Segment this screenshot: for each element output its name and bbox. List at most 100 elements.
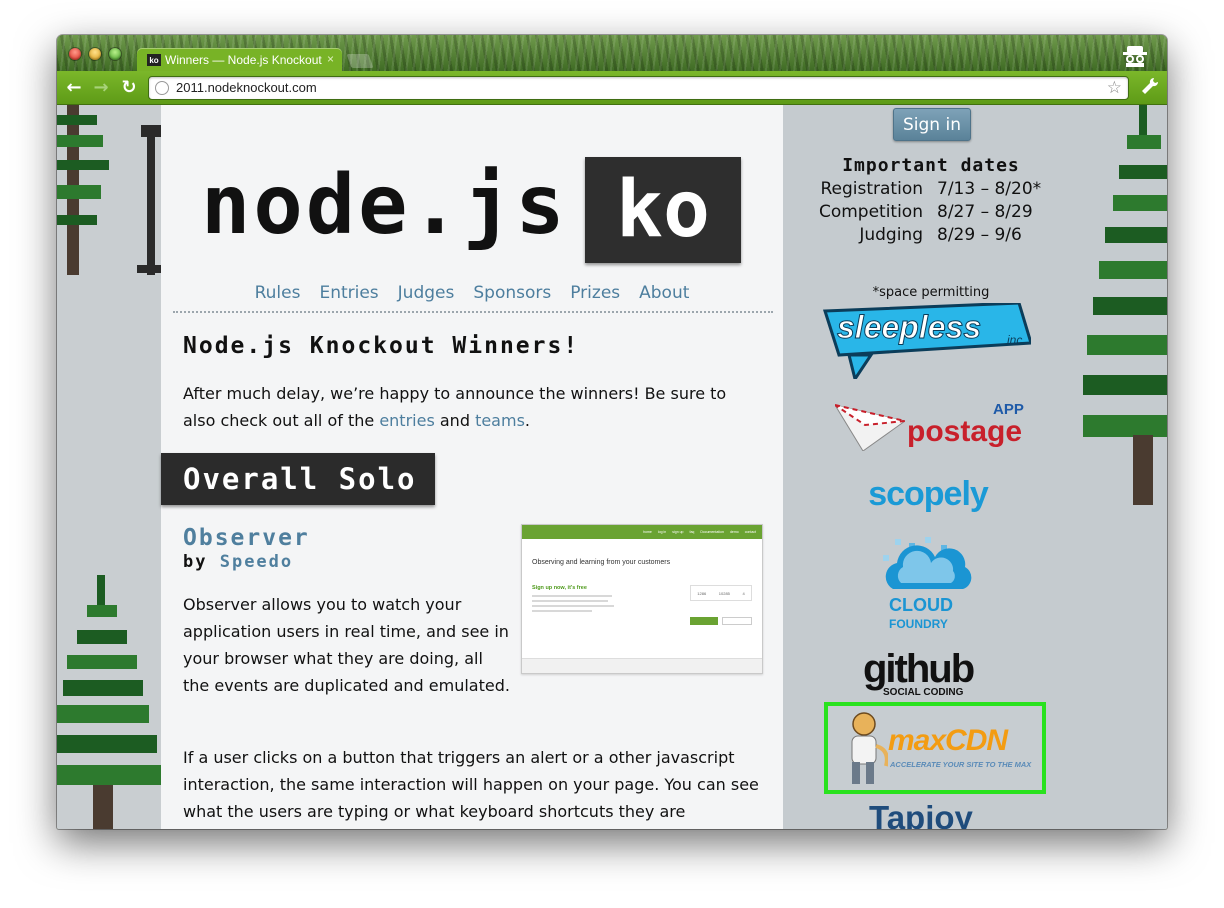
sponsor-github-logo[interactable]: github SOCIAL CODING bbox=[863, 647, 1003, 701]
thumbnail-stat: 1286 bbox=[697, 590, 707, 596]
entry-description-continued: If a user clicks on a button that trigge… bbox=[183, 748, 759, 821]
thumbnail-stats: 1286 10285 4 bbox=[690, 585, 752, 601]
cloud-icon bbox=[883, 537, 972, 589]
thumbnail-text-line bbox=[532, 605, 614, 607]
nav-link-prizes[interactable]: Prizes bbox=[570, 283, 620, 303]
date-label: Judging bbox=[859, 225, 923, 245]
entry-byline: by Speedo bbox=[183, 552, 293, 572]
browser-toolbar: ← → ↻ 2011.nodeknockout.com ☆ bbox=[57, 71, 1167, 105]
thumbnail-headline: Observing and learning from your custome… bbox=[532, 559, 671, 566]
thumbnail-nav-item: sign up bbox=[672, 530, 684, 534]
forward-button[interactable]: → bbox=[91, 78, 111, 98]
nav-link-judges[interactable]: Judges bbox=[398, 283, 455, 303]
page-viewport: node.js ko Rules Entries Judges Sponsors… bbox=[57, 105, 1167, 829]
entry-by-label: by bbox=[183, 552, 220, 572]
maxcdn-text: maxCDN bbox=[888, 724, 1008, 757]
thumbnail-text-line bbox=[532, 610, 592, 612]
sponsor-postageapp-logo[interactable]: APP postage bbox=[835, 397, 1031, 457]
sidebar: Sign in Important dates Registration 7/1… bbox=[783, 105, 1167, 829]
entry-team-link[interactable]: Speedo bbox=[220, 552, 293, 572]
sponsor-tapjoy-logo[interactable]: Tapjoy bbox=[869, 799, 1009, 829]
thumbnail-primary-button bbox=[690, 617, 718, 625]
thumbnail-nav-item: log in bbox=[657, 530, 667, 534]
cloud-text: CLOUD bbox=[889, 595, 953, 615]
thumbnail-text-line bbox=[532, 600, 608, 602]
thumbnail-secondary-button bbox=[722, 617, 752, 625]
pixel-tree-icon bbox=[57, 105, 161, 275]
window-zoom-button[interactable] bbox=[109, 48, 121, 60]
section-banner: Overall Solo bbox=[161, 453, 435, 505]
dates-footnote: *space permitting bbox=[872, 285, 990, 300]
pixel-tree-icon bbox=[1083, 105, 1167, 505]
cheetah-mascot-icon bbox=[851, 712, 888, 784]
new-tab-button[interactable] bbox=[346, 54, 374, 68]
thumbnail-nav-item: contact bbox=[744, 530, 756, 534]
thumbnail-nav-item: home bbox=[643, 530, 652, 534]
nav-link-about[interactable]: About bbox=[639, 283, 689, 303]
entry-description: Observer allows you to watch your applic… bbox=[183, 595, 510, 695]
date-label: Competition bbox=[818, 202, 923, 222]
address-bar[interactable]: 2011.nodeknockout.com ☆ bbox=[148, 76, 1129, 100]
date-value: 7/13 – 8/20* bbox=[937, 179, 1042, 199]
sponsor-sleepless-logo[interactable]: sleepless inc. bbox=[819, 301, 1033, 383]
main-nav: Rules Entries Judges Sponsors Prizes Abo… bbox=[161, 283, 783, 303]
entry-screenshot-thumbnail[interactable]: home log in sign up faq Documentation de… bbox=[521, 524, 763, 674]
bookmark-star-icon[interactable]: ☆ bbox=[1107, 78, 1122, 98]
thumbnail-text-line bbox=[532, 595, 612, 597]
entry-title-link[interactable]: Observer bbox=[183, 525, 310, 551]
site-logo-text[interactable]: node.js bbox=[201, 165, 568, 247]
window-close-button[interactable] bbox=[69, 48, 81, 60]
paper-plane-icon bbox=[835, 404, 905, 451]
thumbnail-footer bbox=[522, 658, 762, 673]
intro-paragraph: After much delay, we’re happy to announc… bbox=[183, 380, 763, 434]
main-content: node.js ko Rules Entries Judges Sponsors… bbox=[161, 105, 783, 829]
thumbnail-nav-item: faq bbox=[689, 530, 695, 534]
tab-strip: ko Winners — Node.js Knockout × bbox=[57, 35, 1167, 72]
important-dates-heading: Important dates bbox=[842, 155, 1020, 176]
tab-close-icon[interactable]: × bbox=[327, 52, 334, 66]
date-value: 8/29 – 9/6 bbox=[937, 225, 1022, 245]
nav-link-sponsors[interactable]: Sponsors bbox=[473, 283, 551, 303]
page-title: Node.js Knockout Winners! bbox=[183, 333, 580, 359]
left-background bbox=[57, 105, 161, 829]
globe-icon bbox=[155, 81, 169, 95]
date-label: Registration bbox=[820, 179, 923, 199]
thumbnail-stat: 4 bbox=[742, 590, 745, 596]
wrench-icon bbox=[1142, 77, 1159, 94]
sleepless-inc-text: inc. bbox=[1007, 333, 1026, 347]
nav-link-rules[interactable]: Rules bbox=[255, 283, 301, 303]
wrench-menu-icon[interactable] bbox=[1141, 77, 1159, 100]
reload-button[interactable]: ↻ bbox=[119, 78, 139, 98]
nav-divider bbox=[173, 311, 773, 313]
sponsor-scopely-logo[interactable]: scopely bbox=[843, 475, 1013, 519]
thumbnail-nav-item: demo bbox=[729, 530, 739, 534]
foundry-text: FOUNDRY bbox=[889, 617, 948, 631]
tab-active[interactable]: ko Winners — Node.js Knockout × bbox=[137, 48, 342, 72]
thumbnail-signup-text: Sign up now, it's free bbox=[532, 585, 587, 591]
sponsor-cloudfoundry-logo[interactable]: CLOUD FOUNDRY bbox=[875, 537, 985, 633]
site-logo-ko-badge[interactable]: ko bbox=[585, 157, 741, 263]
window-minimize-button[interactable] bbox=[89, 48, 101, 60]
tab-favicon: ko bbox=[147, 54, 161, 66]
sign-in-button[interactable]: Sign in bbox=[893, 108, 971, 141]
entries-link[interactable]: entries bbox=[379, 411, 434, 430]
nav-link-entries[interactable]: Entries bbox=[319, 283, 378, 303]
sponsor-maxcdn-logo[interactable]: maxCDN ACCELERATE YOUR SITE TO THE MAX bbox=[824, 702, 1046, 794]
back-button[interactable]: ← bbox=[64, 78, 84, 98]
teams-link[interactable]: teams bbox=[475, 411, 525, 430]
intro-text-end: . bbox=[524, 411, 530, 430]
tab-title: Winners — Node.js Knockout bbox=[165, 53, 322, 67]
intro-text-mid: and bbox=[434, 411, 476, 430]
incognito-icon bbox=[1123, 46, 1147, 67]
url-text[interactable]: 2011.nodeknockout.com bbox=[176, 80, 317, 95]
thumbnail-nav-bar: home log in sign up faq Documentation de… bbox=[522, 525, 762, 539]
thumbnail-nav-item: Documentation bbox=[700, 530, 724, 534]
thumbnail-stat: 10285 bbox=[718, 590, 730, 596]
sleepless-text: sleepless bbox=[836, 309, 982, 346]
github-tagline: SOCIAL CODING bbox=[883, 687, 964, 698]
postage-text: postage bbox=[907, 415, 1023, 448]
browser-window: ko Winners — Node.js Knockout × ← → ↻ 20… bbox=[57, 35, 1167, 829]
github-text: github bbox=[863, 647, 975, 691]
maxcdn-tagline: ACCELERATE YOUR SITE TO THE MAX bbox=[890, 760, 1032, 769]
date-value: 8/27 – 8/29 bbox=[937, 202, 1033, 222]
